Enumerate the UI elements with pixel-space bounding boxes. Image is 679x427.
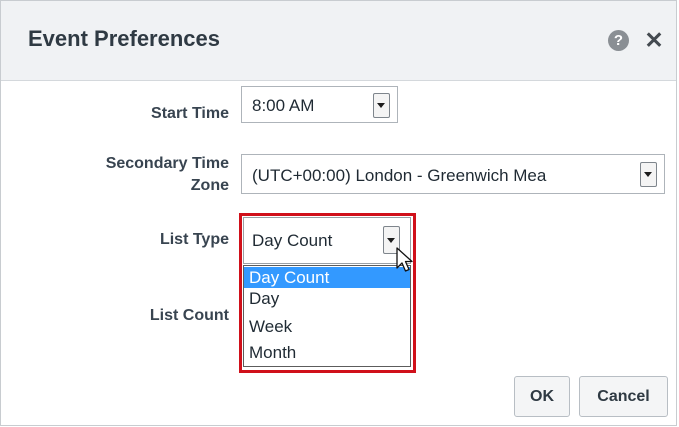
start-time-dropdown-button[interactable] (373, 93, 390, 118)
help-icon[interactable]: ? (608, 30, 629, 51)
ok-button[interactable]: OK (514, 376, 570, 417)
secondary-time-zone-label-line1: Secondary Time (105, 155, 229, 172)
dialog-title: Event Preferences (28, 26, 220, 51)
close-icon[interactable]: ✕ (643, 28, 665, 52)
start-time-value: 8:00 AM (252, 96, 315, 115)
dialog-title-bar: Event Preferences ? ✕ (1, 1, 676, 81)
highlight-annotation-box (239, 213, 416, 373)
secondary-time-zone-label-line2: Zone (190, 177, 229, 194)
event-preferences-dialog: Event Preferences ? ✕ Start Time 8:00 AM… (0, 0, 677, 426)
cancel-button[interactable]: Cancel (579, 376, 668, 417)
start-time-select[interactable]: 8:00 AM (241, 86, 398, 123)
chevron-down-icon (644, 172, 652, 177)
start-time-label: Start Time (151, 105, 229, 122)
list-count-label: List Count (149, 307, 229, 324)
secondary-time-zone-value: (UTC+00:00) London - Greenwich Mea (252, 166, 547, 185)
secondary-time-zone-label: Secondary Time Zone (61, 153, 229, 197)
secondary-time-zone-select[interactable]: (UTC+00:00) London - Greenwich Mea (241, 154, 665, 194)
chevron-down-icon (377, 103, 385, 108)
list-type-label: List Type (159, 231, 229, 248)
secondary-time-zone-dropdown-button[interactable] (640, 162, 657, 187)
mouse-pointer-icon (396, 247, 413, 272)
